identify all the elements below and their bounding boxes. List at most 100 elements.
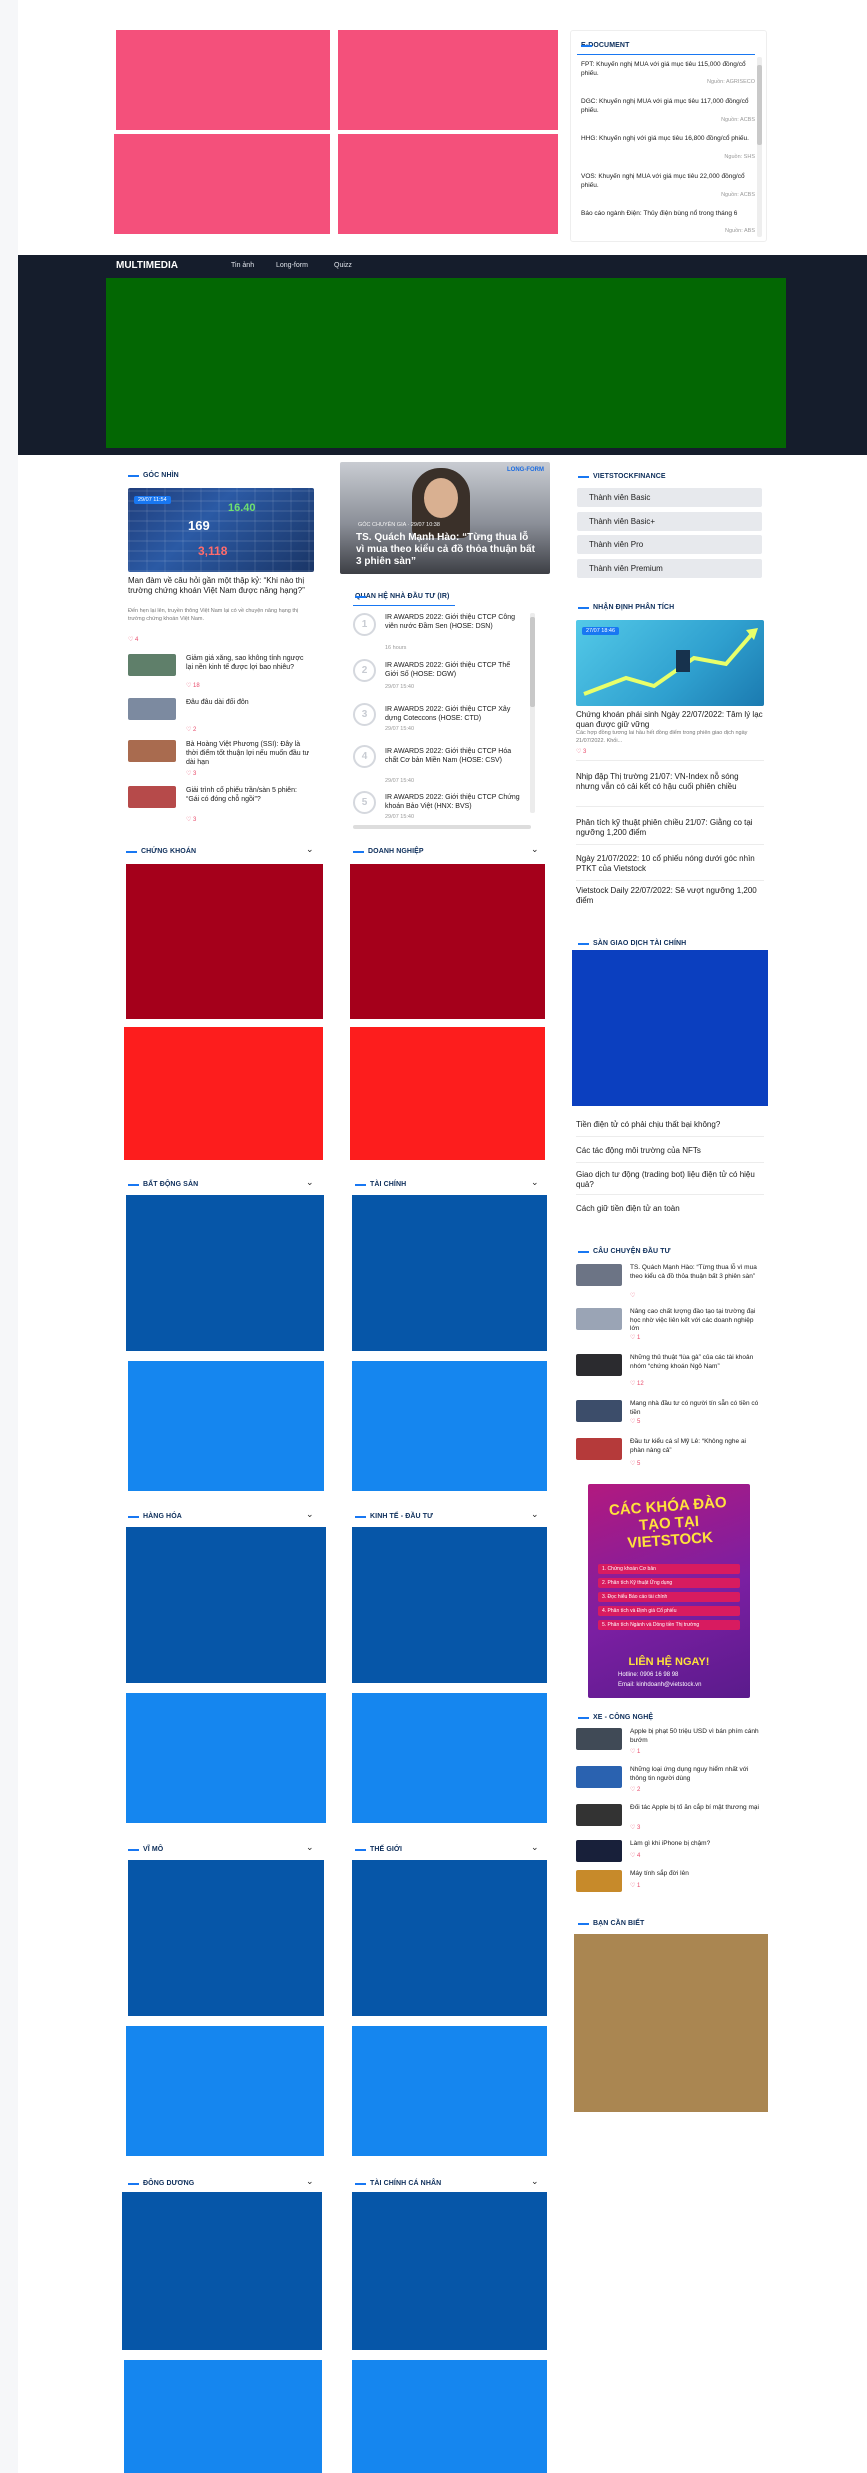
section-title[interactable]: CHỨNG KHOÁN — [126, 848, 196, 855]
chevron-down-icon[interactable]: ⌄ — [306, 1842, 314, 1853]
tab-tin-anh[interactable]: Tin ảnh — [231, 262, 254, 269]
nhan-dinh-item[interactable]: Vietstock Daily 22/07/2022: Sẽ vượt ngưỡ… — [576, 886, 762, 906]
section-title[interactable]: HÀNG HÓA — [128, 1513, 182, 1520]
chevron-down-icon[interactable]: ⌄ — [531, 1509, 539, 1520]
story-thumb[interactable] — [576, 1400, 622, 1422]
nhan-dinh-item[interactable]: Nhịp đập Thị trường 21/07: VN-Index nỗ s… — [576, 772, 762, 792]
chevron-down-icon[interactable]: ⌄ — [306, 844, 314, 855]
san-gd-media[interactable] — [572, 950, 768, 1106]
edocument-scrollbar[interactable] — [757, 57, 762, 237]
san-gd-item[interactable]: Cách giữ tiền điện tử an toàn — [576, 1204, 764, 1214]
section-media[interactable] — [352, 1860, 547, 2016]
goc-nhin-item[interactable]: Đâu đâu dài đối đôn — [186, 698, 311, 707]
section-media[interactable] — [352, 1361, 547, 1491]
goc-nhin-main-image[interactable]: 169 16.40 3,118 29/07 11:54 — [128, 488, 314, 572]
chevron-down-icon[interactable]: ⌄ — [531, 1177, 539, 1188]
tab-quizz[interactable]: Quizz — [334, 262, 352, 269]
section-media[interactable] — [350, 1027, 545, 1160]
scroll-thumb[interactable] — [757, 65, 762, 145]
goc-nhin-thumb[interactable] — [128, 654, 176, 676]
xe-item[interactable]: Máy tính sắp đời lên — [630, 1870, 762, 1879]
xe-item[interactable]: Làm gì khi iPhone bị chậm? — [630, 1840, 762, 1849]
xe-thumb[interactable] — [576, 1766, 622, 1788]
ir-item[interactable]: IR AWARDS 2022: Giới thiệu CTCP Thế Giới… — [385, 661, 525, 679]
ir-item[interactable]: IR AWARDS 2022: Giới thiệu CTCP Xây dựng… — [385, 705, 525, 723]
section-media[interactable] — [128, 1361, 324, 1491]
story-thumb[interactable] — [576, 1264, 622, 1286]
ir-hscrollbar[interactable] — [353, 825, 531, 829]
goc-nhin-main-title[interactable]: Man đàm về câu hỏi gần một thập kỷ: “Khi… — [128, 576, 316, 596]
edocument-item[interactable]: FPT: Khuyến nghị MUA với giá mục tiêu 11… — [581, 61, 751, 78]
goc-nhin-item[interactable]: Giảm giá xăng, sao không tính ngược lại … — [186, 654, 311, 672]
section-title[interactable]: TÀI CHÍNH CÁ NHÂN — [355, 2180, 441, 2187]
san-gd-item[interactable]: Các tác động môi trường của NFTs — [576, 1146, 764, 1156]
story-thumb[interactable] — [576, 1354, 622, 1376]
section-media[interactable] — [126, 1195, 324, 1351]
chevron-down-icon[interactable]: ⌄ — [306, 1509, 314, 1520]
section-title[interactable]: VĨ MÔ — [128, 1846, 163, 1853]
xe-item[interactable]: Những loại ứng dụng nguy hiểm nhất với t… — [630, 1766, 762, 1783]
nhan-dinh-main-image[interactable]: 27/07 18:46 — [576, 620, 764, 706]
xe-thumb[interactable] — [576, 1870, 622, 1892]
nhan-dinh-main-title[interactable]: Chứng khoán phái sinh Ngày 22/07/2022: T… — [576, 710, 764, 730]
goc-nhin-item[interactable]: Giải trình cổ phiếu trần/sàn 5 phiên: “G… — [186, 786, 311, 804]
story-thumb[interactable] — [576, 1308, 622, 1330]
section-media[interactable] — [350, 864, 545, 1019]
edocument-item[interactable]: DGC: Khuyến nghị MUA với giá mục tiêu 11… — [581, 98, 751, 115]
section-title[interactable]: THẾ GIỚI — [355, 1846, 402, 1853]
section-media[interactable] — [352, 1693, 547, 1823]
banner-tile-1[interactable] — [116, 30, 330, 130]
section-media[interactable] — [126, 864, 323, 1019]
nhan-dinh-item[interactable]: Ngày 21/07/2022: 10 cổ phiếu nóng dưới g… — [576, 854, 762, 874]
ban-can-biet-media[interactable] — [574, 1934, 768, 2112]
vsf-basic-plus-button[interactable]: Thành viên Basic+ — [577, 512, 762, 531]
chevron-down-icon[interactable]: ⌄ — [531, 844, 539, 855]
section-title[interactable]: TÀI CHÍNH — [355, 1181, 406, 1188]
xe-thumb[interactable] — [576, 1728, 622, 1750]
section-media[interactable] — [124, 2360, 322, 2473]
chevron-down-icon[interactable]: ⌄ — [531, 2176, 539, 2187]
story-item[interactable]: Đầu tư kiểu cá sỉ Mỹ Lê: “Không nghe ai … — [630, 1438, 762, 1455]
section-media[interactable] — [122, 2192, 322, 2350]
section-media[interactable] — [352, 2026, 547, 2156]
edocument-item[interactable]: VOS: Khuyến nghị MUA với giá mục tiêu 22… — [581, 173, 751, 190]
edocument-item[interactable]: HHG: Khuyến nghị với giá mục tiêu 16,800… — [581, 135, 751, 144]
tab-long-form[interactable]: Long-form — [276, 262, 308, 269]
scroll-thumb[interactable] — [530, 617, 535, 707]
ir-item[interactable]: IR AWARDS 2022: Giới thiệu CTCP Hóa chất… — [385, 747, 525, 765]
goc-nhin-thumb[interactable] — [128, 698, 176, 720]
san-gd-item[interactable]: Tiền điện tử có phải chịu thất bại không… — [576, 1120, 764, 1130]
section-media[interactable] — [126, 1527, 326, 1683]
xe-thumb[interactable] — [576, 1804, 622, 1826]
story-item[interactable]: TS. Quách Mạnh Hào: “Từng thua lỗ vì mua… — [630, 1264, 762, 1281]
multimedia-media[interactable] — [106, 278, 786, 448]
san-gd-item[interactable]: Giao dịch tư động (trading bot) liệu điệ… — [576, 1170, 764, 1190]
ir-item[interactable]: IR AWARDS 2022: Giới thiệu CTCP Chứng kh… — [385, 793, 525, 811]
goc-nhin-item[interactable]: Bà Hoàng Việt Phương (SSI): Đây là thời … — [186, 740, 311, 767]
section-media[interactable] — [126, 2026, 324, 2156]
ir-scrollbar[interactable] — [530, 613, 535, 813]
section-media[interactable] — [128, 1860, 324, 2016]
vsf-basic-button[interactable]: Thành viên Basic — [577, 488, 762, 507]
section-media[interactable] — [352, 2360, 547, 2473]
section-media[interactable] — [124, 1027, 323, 1160]
vsf-premium-button[interactable]: Thành viên Premium — [577, 559, 762, 578]
section-title[interactable]: ĐÔNG DƯƠNG — [128, 2180, 194, 2187]
story-item[interactable]: Những thủ thuật “lùa gà” của các tài kho… — [630, 1354, 762, 1371]
chevron-down-icon[interactable]: ⌄ — [531, 1842, 539, 1853]
banner-tile-4[interactable] — [338, 134, 558, 234]
training-ad-banner[interactable]: CÁC KHÓA ĐÀO TẠO TẠI VIETSTOCK 1. Chứng … — [588, 1484, 750, 1698]
section-media[interactable] — [352, 2192, 547, 2350]
section-media[interactable] — [352, 1527, 547, 1683]
chevron-down-icon[interactable]: ⌄ — [306, 2176, 314, 2187]
banner-tile-2[interactable] — [338, 30, 558, 130]
section-title[interactable]: BẤT ĐỘNG SẢN — [128, 1181, 198, 1188]
ir-item[interactable]: IR AWARDS 2022: Giới thiệu CTCP Công viê… — [385, 613, 525, 631]
xe-item[interactable]: Apple bị phạt 50 triệu USD vì bán phím c… — [630, 1728, 762, 1745]
vsf-pro-button[interactable]: Thành viên Pro — [577, 535, 762, 554]
story-thumb[interactable] — [576, 1438, 622, 1460]
xe-thumb[interactable] — [576, 1840, 622, 1862]
chevron-down-icon[interactable]: ⌄ — [306, 1177, 314, 1188]
nhan-dinh-item[interactable]: Phân tích kỹ thuật phiên chiều 21/07: Gi… — [576, 818, 762, 838]
banner-tile-3[interactable] — [114, 134, 330, 234]
